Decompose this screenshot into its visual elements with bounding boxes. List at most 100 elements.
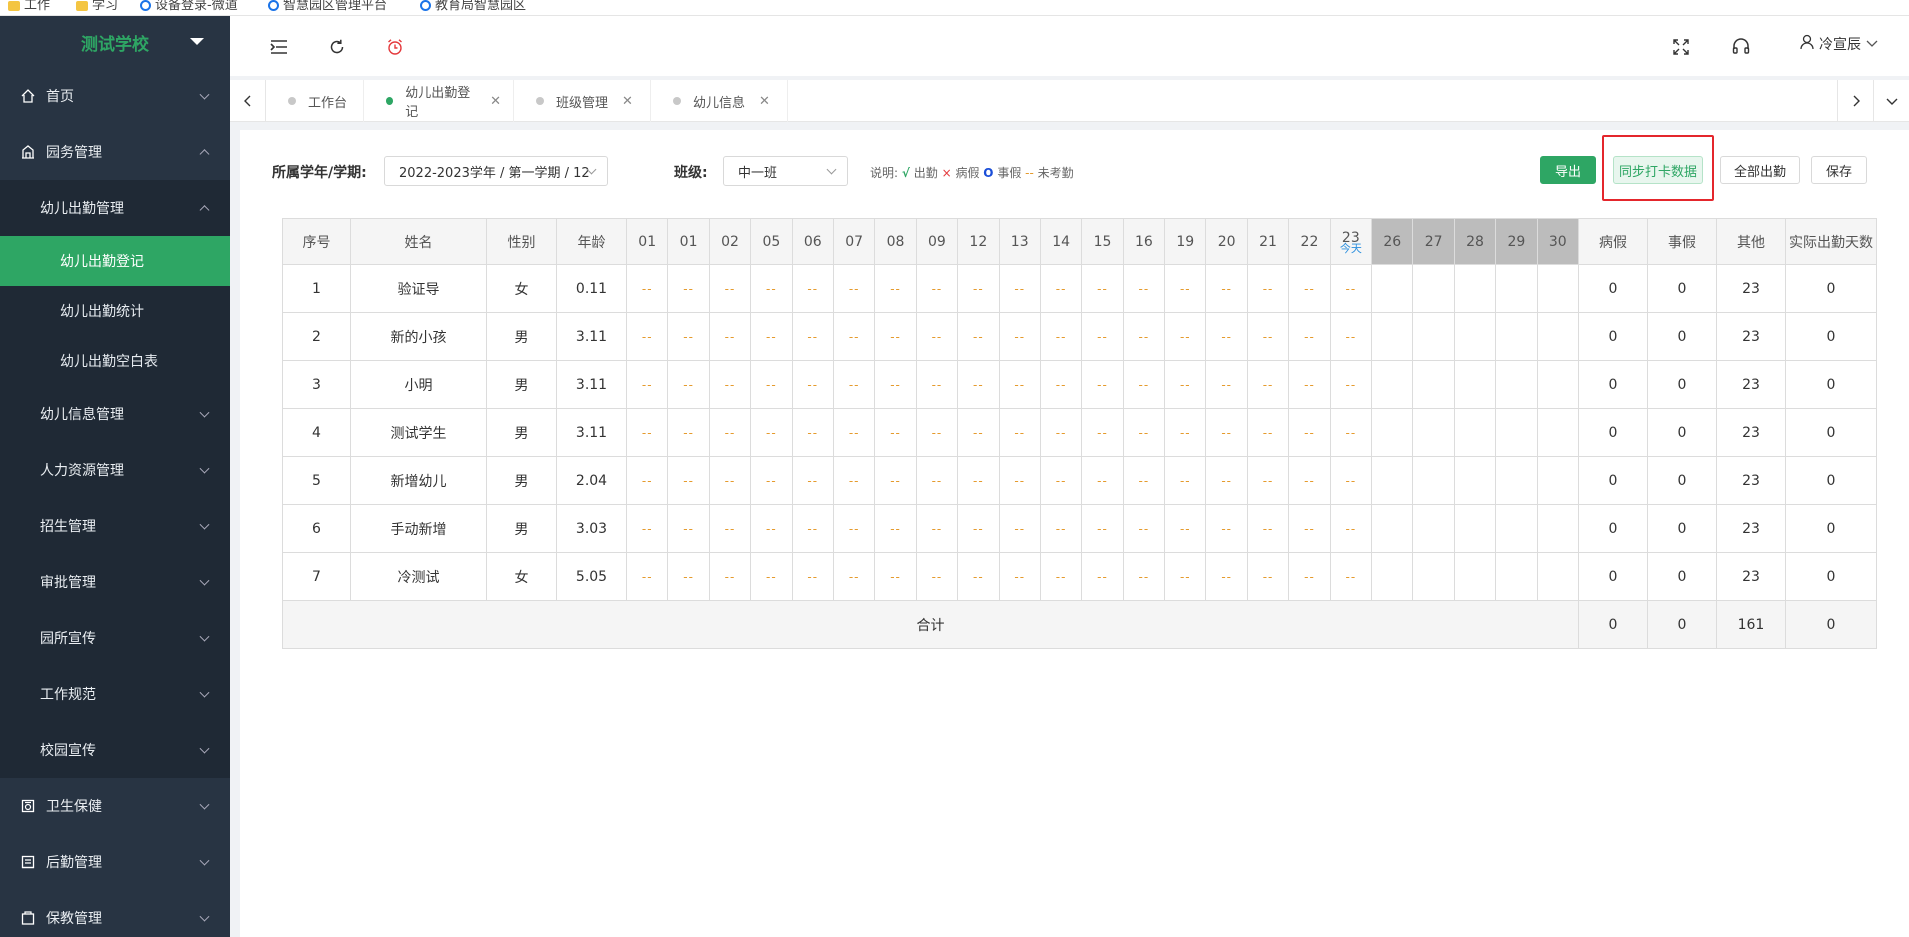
attendance-cell[interactable]: -- (957, 408, 1000, 457)
attendance-cell[interactable]: -- (1081, 312, 1124, 361)
attendance-cell[interactable]: -- (1288, 408, 1331, 457)
bookmark-item[interactable]: 智慧园区管理平台 (268, 0, 387, 13)
attendance-cell[interactable]: -- (915, 552, 959, 601)
attendance-cell[interactable]: -- (1329, 408, 1373, 457)
attendance-cell[interactable]: -- (1122, 408, 1166, 457)
attendance-cell[interactable]: -- (998, 504, 1041, 553)
attendance-cell[interactable]: -- (1164, 504, 1207, 553)
attendance-cell[interactable]: -- (915, 360, 959, 409)
sidebar-item-attendance-blank[interactable]: 幼儿出勤空白表 (0, 336, 230, 386)
attendance-cell[interactable]: -- (998, 360, 1041, 409)
attendance-cell[interactable]: -- (1246, 456, 1290, 505)
attendance-cell[interactable]: -- (708, 456, 752, 505)
attendance-cell[interactable]: -- (625, 312, 669, 361)
attendance-cell[interactable]: -- (750, 504, 793, 553)
attendance-cell[interactable]: -- (1205, 504, 1248, 553)
attendance-cell[interactable]: -- (832, 360, 876, 409)
sidebar-item-approval[interactable]: 审批管理 (0, 554, 230, 610)
attendance-cell[interactable]: -- (791, 312, 834, 361)
attendance-cell[interactable]: -- (915, 408, 959, 457)
sidebar-item-attendance-stats[interactable]: 幼儿出勤统计 (0, 286, 230, 336)
attendance-cell[interactable]: -- (957, 552, 1000, 601)
attendance-cell[interactable]: -- (708, 408, 752, 457)
tab-workbench[interactable]: 工作台 (266, 80, 364, 122)
attendance-cell[interactable]: -- (1164, 264, 1207, 313)
attendance-cell[interactable]: -- (625, 456, 669, 505)
sidebar-item-attendance-register[interactable]: 幼儿出勤登记 (0, 236, 230, 286)
attendance-cell[interactable]: -- (1246, 264, 1290, 313)
attendance-cell[interactable]: -- (957, 312, 1000, 361)
attendance-cell[interactable]: -- (998, 264, 1041, 313)
sidebar-item-education[interactable]: 保教管理 (0, 890, 230, 937)
save-button[interactable]: 保存 (1811, 156, 1867, 184)
attendance-cell[interactable]: -- (750, 312, 793, 361)
attendance-cell[interactable]: -- (832, 504, 876, 553)
attendance-cell[interactable]: -- (1164, 408, 1207, 457)
attendance-cell[interactable]: -- (1329, 504, 1373, 553)
attendance-cell[interactable]: -- (1329, 312, 1373, 361)
attendance-cell[interactable]: -- (1081, 408, 1124, 457)
attendance-cell[interactable]: -- (1288, 504, 1331, 553)
close-icon[interactable]: ✕ (622, 94, 633, 109)
attendance-cell[interactable]: -- (667, 552, 710, 601)
attendance-cell[interactable]: -- (791, 552, 834, 601)
attendance-cell[interactable]: -- (1039, 456, 1083, 505)
attendance-cell[interactable]: -- (1039, 504, 1083, 553)
tab-class-management[interactable]: 班级管理 ✕ (514, 80, 651, 122)
attendance-cell[interactable]: -- (998, 408, 1041, 457)
sync-punch-data-button[interactable]: 同步打卡数据 (1613, 156, 1703, 184)
attendance-cell[interactable]: -- (1246, 312, 1290, 361)
attendance-cell[interactable]: -- (1039, 312, 1083, 361)
attendance-cell[interactable]: -- (1329, 456, 1373, 505)
attendance-cell[interactable]: -- (1122, 504, 1166, 553)
attendance-cell[interactable]: -- (791, 456, 834, 505)
attendance-cell[interactable]: -- (1081, 360, 1124, 409)
attendance-cell[interactable]: -- (708, 312, 752, 361)
attendance-cell[interactable]: -- (750, 360, 793, 409)
sidebar-item-child-info[interactable]: 幼儿信息管理 (0, 386, 230, 442)
attendance-cell[interactable]: -- (1205, 360, 1248, 409)
attendance-cell[interactable]: -- (1122, 456, 1166, 505)
attendance-cell[interactable]: -- (1246, 360, 1290, 409)
attendance-cell[interactable]: -- (1288, 360, 1331, 409)
tabs-scroll-left-button[interactable] (230, 80, 266, 122)
attendance-cell[interactable]: -- (915, 264, 959, 313)
attendance-cell[interactable]: -- (791, 264, 834, 313)
attendance-cell[interactable]: -- (1246, 552, 1290, 601)
bookmark-item[interactable]: 设备登录-微道 (140, 0, 238, 13)
sidebar-item-work-rules[interactable]: 工作规范 (0, 666, 230, 722)
attendance-cell[interactable]: -- (708, 264, 752, 313)
attendance-cell[interactable]: -- (874, 312, 917, 361)
attendance-cell[interactable]: -- (625, 264, 669, 313)
attendance-cell[interactable]: -- (1288, 552, 1331, 601)
attendance-cell[interactable]: -- (667, 360, 710, 409)
attendance-cell[interactable]: -- (832, 456, 876, 505)
user-menu[interactable]: 冷宣辰 (1799, 34, 1879, 54)
sidebar-item-attendance-management[interactable]: 幼儿出勤管理 (0, 180, 230, 236)
attendance-cell[interactable]: -- (750, 408, 793, 457)
attendance-cell[interactable]: -- (791, 408, 834, 457)
attendance-cell[interactable]: -- (791, 360, 834, 409)
attendance-cell[interactable]: -- (1329, 552, 1373, 601)
refresh-icon[interactable] (326, 36, 348, 58)
class-select[interactable]: 中一班 (723, 156, 848, 186)
attendance-cell[interactable]: -- (708, 552, 752, 601)
sidebar-item-enrollment[interactable]: 招生管理 (0, 498, 230, 554)
sidebar-item-home[interactable]: 首页 (0, 68, 230, 124)
bookmark-item[interactable]: 教育局智慧园区 (420, 0, 526, 13)
attendance-cell[interactable]: -- (625, 552, 669, 601)
attendance-cell[interactable]: -- (1081, 504, 1124, 553)
attendance-cell[interactable]: -- (1122, 264, 1166, 313)
attendance-cell[interactable]: -- (1122, 552, 1166, 601)
attendance-cell[interactable]: -- (1039, 552, 1083, 601)
attendance-cell[interactable]: -- (1288, 264, 1331, 313)
attendance-cell[interactable]: -- (1246, 408, 1290, 457)
menu-fold-icon[interactable] (268, 36, 290, 58)
attendance-cell[interactable]: -- (667, 408, 710, 457)
attendance-cell[interactable]: -- (915, 456, 959, 505)
attendance-cell[interactable]: -- (874, 456, 917, 505)
attendance-cell[interactable]: -- (667, 504, 710, 553)
attendance-cell[interactable]: -- (1122, 312, 1166, 361)
sidebar-item-hr[interactable]: 人力资源管理 (0, 442, 230, 498)
attendance-cell[interactable]: -- (874, 264, 917, 313)
